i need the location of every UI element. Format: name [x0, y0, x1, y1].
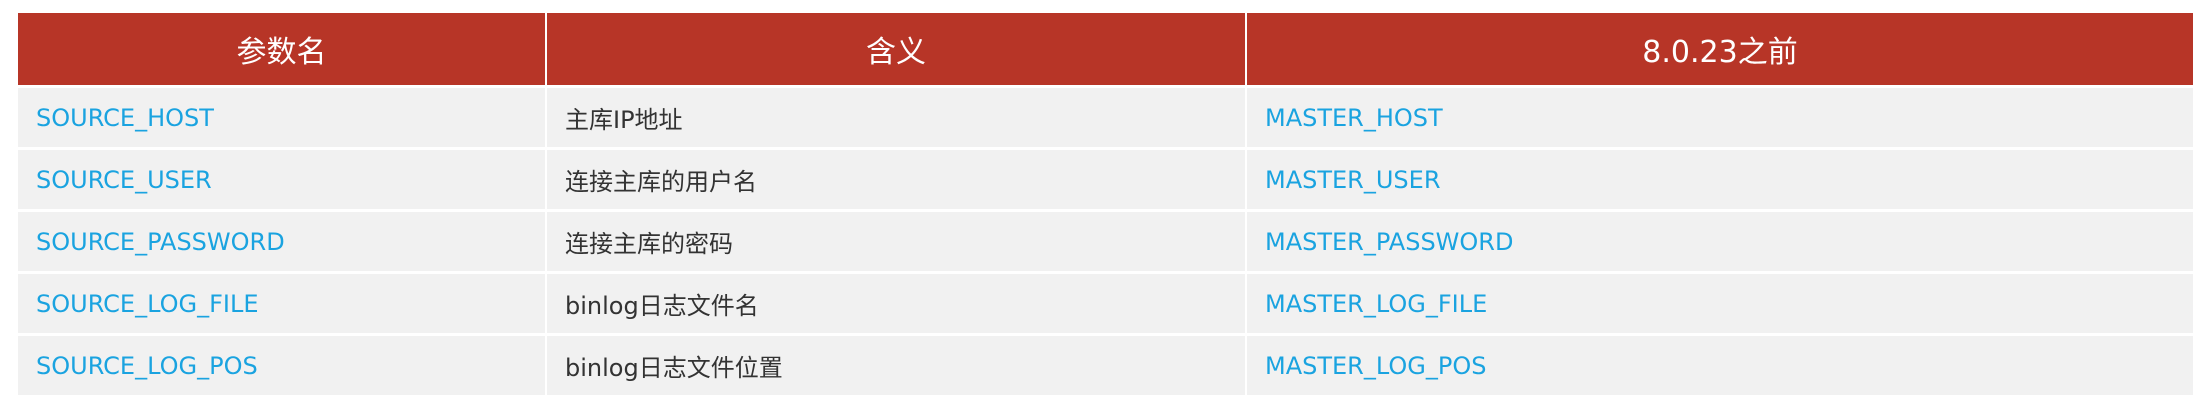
- legacy-param-cell: MASTER_USER: [1246, 148, 2193, 212]
- param-cell: SOURCE_LOG_FILE: [18, 272, 547, 336]
- header-before-8-0-23: 8.0.23之前: [1246, 13, 2193, 88]
- legacy-param-cell: MASTER_LOG_FILE: [1246, 272, 2193, 336]
- meaning-cell: binlog日志文件名: [546, 272, 1247, 336]
- header-meaning: 含义: [546, 13, 1247, 88]
- param-cell: SOURCE_USER: [18, 148, 547, 212]
- table-row: SOURCE_PASSWORD 连接主库的密码 MASTER_PASSWORD: [18, 210, 2193, 274]
- param-cell: SOURCE_PASSWORD: [18, 210, 547, 274]
- legacy-param-cell: MASTER_HOST: [1246, 86, 2193, 150]
- table-row: SOURCE_HOST 主库IP地址 MASTER_HOST: [18, 86, 2193, 150]
- meaning-cell: 连接主库的密码: [546, 210, 1247, 274]
- header-row: 参数名 含义 8.0.23之前: [18, 13, 2193, 88]
- meaning-cell: 主库IP地址: [546, 86, 1247, 150]
- header-param-name: 参数名: [18, 13, 547, 88]
- meaning-cell: binlog日志文件位置: [546, 334, 1247, 398]
- param-cell: SOURCE_LOG_POS: [18, 334, 547, 398]
- table-row: SOURCE_USER 连接主库的用户名 MASTER_USER: [18, 148, 2193, 212]
- legacy-param-cell: MASTER_PASSWORD: [1246, 210, 2193, 274]
- meaning-cell: 连接主库的用户名: [546, 148, 1247, 212]
- table-header: 参数名 含义 8.0.23之前: [18, 13, 2193, 88]
- table-row: SOURCE_LOG_POS binlog日志文件位置 MASTER_LOG_P…: [18, 334, 2193, 398]
- legacy-param-cell: MASTER_LOG_POS: [1246, 334, 2193, 398]
- table-row: SOURCE_LOG_FILE binlog日志文件名 MASTER_LOG_F…: [18, 272, 2193, 336]
- param-cell: SOURCE_HOST: [18, 86, 547, 150]
- parameter-table: 参数名 含义 8.0.23之前 SOURCE_HOST 主库IP地址 MASTE…: [18, 13, 2193, 398]
- table-body: SOURCE_HOST 主库IP地址 MASTER_HOST SOURCE_US…: [18, 86, 2193, 398]
- parameter-table-container: 参数名 含义 8.0.23之前 SOURCE_HOST 主库IP地址 MASTE…: [18, 13, 2193, 398]
